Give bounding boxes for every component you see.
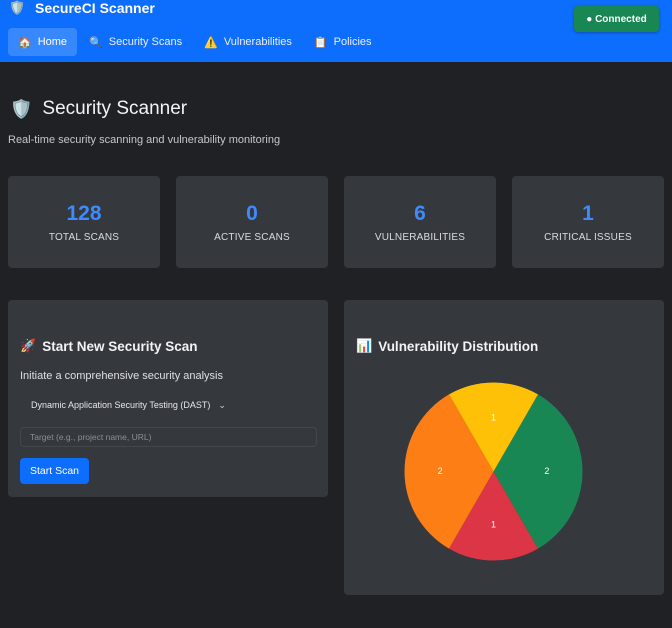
chevron-down-icon: ⌄ (218, 399, 226, 410)
nav-label: Home (37, 36, 68, 48)
connection-status-badge: ● Connected (574, 6, 659, 32)
page-title: 🛡️ Security Scanner (10, 98, 187, 120)
card-title-text: Vulnerability Distribution (378, 338, 539, 354)
stat-value: 1 (582, 202, 594, 225)
start-scan-card: 🚀 Start New Security Scan Initiate a com… (8, 300, 328, 497)
app-title: SecureCI Scanner (35, 0, 155, 16)
top-navbar: 🛡️ SecureCI Scanner ● Connected 🏠 Home 🔍… (0, 0, 672, 62)
search-icon: 🔍 (89, 36, 103, 49)
card-title: 🚀 Start New Security Scan (20, 338, 198, 354)
stat-label: CRITICAL ISSUES (544, 232, 632, 243)
target-input[interactable] (20, 427, 317, 447)
nav-label: Vulnerabilities (223, 36, 292, 48)
bar-chart-icon: 📊 (356, 338, 373, 353)
pie-slice-label-1: 1 (491, 519, 496, 529)
app-brand[interactable]: 🛡️ SecureCI Scanner (9, 0, 155, 16)
page-subtitle: Real-time security scanning and vulnerab… (8, 134, 281, 146)
pie-slice-label-2: 2 (438, 466, 443, 476)
scan-type-select[interactable]: Dynamic Application Security Testing (DA… (20, 395, 234, 415)
stat-card-active-scans: 0 ACTIVE SCANS (176, 176, 328, 268)
nav-label: Security Scans (108, 36, 183, 48)
nav-item-policies[interactable]: 📋 Policies (304, 28, 382, 56)
main-nav: 🏠 Home 🔍 Security Scans ⚠️ Vulnerabiliti… (8, 28, 384, 56)
stat-value: 128 (66, 202, 102, 225)
clipboard-icon: 📋 (313, 36, 328, 49)
pie-slice-label-0: 2 (544, 466, 549, 476)
stat-value: 6 (414, 202, 426, 225)
scan-type-value: Dynamic Application Security Testing (DA… (31, 400, 211, 410)
rocket-icon: 🚀 (20, 338, 37, 353)
shield-icon: 🛡️ (10, 98, 33, 119)
page-title-text: Security Scanner (42, 98, 188, 119)
home-icon: 🏠 (18, 36, 32, 49)
start-scan-button[interactable]: Start Scan (20, 458, 89, 484)
vulnerability-pie-chart: 2 1 2 1 (404, 382, 583, 561)
nav-item-security-scans[interactable]: 🔍 Security Scans (79, 28, 192, 56)
pie-slice-label-3: 1 (491, 412, 496, 422)
stat-value: 0 (246, 202, 258, 225)
card-title: 📊 Vulnerability Distribution (356, 338, 538, 354)
stat-card-vulnerabilities: 6 VULNERABILITIES (344, 176, 496, 268)
card-description: Initiate a comprehensive security analys… (20, 370, 223, 382)
shield-icon: 🛡️ (9, 0, 26, 15)
stat-card-critical-issues: 1 CRITICAL ISSUES (512, 176, 664, 268)
nav-item-home[interactable]: 🏠 Home (8, 28, 78, 56)
stat-card-total-scans: 128 TOTAL SCANS (8, 176, 160, 268)
warning-icon: ⚠️ (204, 36, 218, 49)
card-title-text: Start New Security Scan (42, 338, 198, 354)
stat-label: VULNERABILITIES (374, 232, 466, 243)
stat-label: ACTIVE SCANS (214, 232, 290, 243)
nav-label: Policies (333, 36, 372, 48)
stat-label: TOTAL SCANS (48, 232, 120, 243)
nav-item-vulnerabilities[interactable]: ⚠️ Vulnerabilities (194, 28, 302, 56)
